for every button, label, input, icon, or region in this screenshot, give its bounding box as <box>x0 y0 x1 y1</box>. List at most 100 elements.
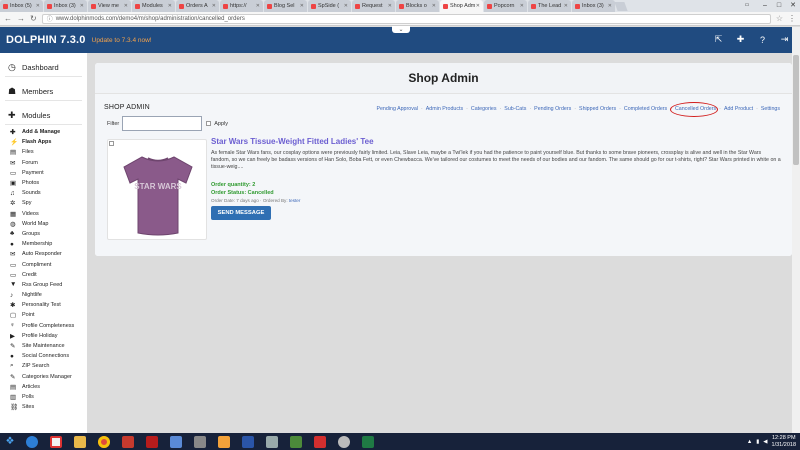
browser-tab[interactable]: Inbox (5) ✕ <box>0 0 43 12</box>
browser-tab[interactable]: Shop Adm ✕ <box>440 0 483 12</box>
tray-arrow-icon[interactable]: ▲ <box>747 439 752 445</box>
sidebar-subitem[interactable]: ✚ Add & Manage <box>10 127 87 137</box>
tab-close-icon[interactable]: ✕ <box>388 3 392 9</box>
tab-close-icon[interactable]: ✕ <box>300 3 304 9</box>
send-message-button[interactable]: SEND MESSAGE <box>211 206 271 220</box>
sidebar-subitem[interactable]: ⌕ ZIP Search <box>10 361 87 371</box>
close-icon[interactable]: ✕ <box>786 0 800 10</box>
browser-tab[interactable]: The Lead ✕ <box>528 0 571 12</box>
explorer-folder-icon[interactable] <box>68 433 92 450</box>
sidebar-subitem[interactable]: ● Membership <box>10 239 87 249</box>
extensions-icon[interactable]: ✚ <box>735 34 746 45</box>
browser-tab[interactable]: Inbox (3) ✕ <box>44 0 87 12</box>
shop-nav-link[interactable]: Categories <box>471 106 497 112</box>
gmail-icon[interactable] <box>44 433 68 450</box>
sidebar-subitem[interactable]: ▼ Rss Group Feed <box>10 280 87 290</box>
reload-icon[interactable]: ↻ <box>30 14 37 23</box>
chrome-icon[interactable] <box>92 433 116 450</box>
new-tab-button[interactable] <box>614 2 628 11</box>
apply-checkbox[interactable] <box>206 121 212 126</box>
sidebar-subitem[interactable]: ▤ Articles <box>10 382 87 392</box>
logout-icon[interactable]: ⇥ <box>779 34 790 45</box>
forward-icon[interactable]: → <box>17 14 25 23</box>
sidebar-subitem[interactable]: ▶ Profile Holiday <box>10 331 87 341</box>
tab-close-icon[interactable]: ✕ <box>168 3 172 9</box>
sidebar-subitem[interactable]: ▭ Payment <box>10 168 87 178</box>
sidebar-subitem[interactable]: ✱ Personality Test <box>10 300 87 310</box>
sidebar-subitem[interactable]: ⛓ Sites <box>10 402 87 412</box>
sidebar-subitem[interactable]: ▦ Videos <box>10 209 87 219</box>
sidebar-subitem[interactable]: ✎ Categories Manager <box>10 372 87 382</box>
shop-nav-link[interactable]: Completed Orders <box>624 106 667 112</box>
sidebar-subitem[interactable]: ♆ Profile Completeness <box>10 321 87 331</box>
sidebar-subitem[interactable]: ✎ Site Maintenance <box>10 341 87 351</box>
chevron-down-icon[interactable]: ⌄ <box>392 26 410 33</box>
shop-nav-link[interactable]: Shipped Orders <box>579 106 616 112</box>
update-link[interactable]: Update to 7.3.4 now! <box>92 37 152 44</box>
tab-close-icon[interactable]: ✕ <box>124 3 128 9</box>
network-icon[interactable]: ▮ <box>756 439 759 445</box>
tab-close-icon[interactable]: ✕ <box>608 3 612 9</box>
calculator-icon[interactable] <box>188 433 212 450</box>
browser-tab[interactable]: Inbox (3) ✕ <box>572 0 615 12</box>
page-info-icon[interactable]: ⓘ <box>47 14 53 23</box>
tab-close-icon[interactable]: ✕ <box>520 3 524 9</box>
ie-icon[interactable] <box>20 433 44 450</box>
shop-nav-link[interactable]: Pending Orders <box>534 106 571 112</box>
url-input[interactable]: ⓘ www.dolphinmods.com/demo4/m/shop/admin… <box>41 13 771 24</box>
external-link-icon[interactable]: ⇱ <box>713 34 724 45</box>
product-title[interactable]: Star Wars Tissue-Weight Fitted Ladies' T… <box>211 137 374 146</box>
sidebar-subitem[interactable]: ♪ Nightlife <box>10 290 87 300</box>
sidebar-subitem[interactable]: ⚡ Flash Apps <box>10 137 87 147</box>
tshirt-image[interactable]: STAR WARS <box>118 151 198 236</box>
browser-tab[interactable]: SpSide (✕ <box>308 0 351 12</box>
outlook-icon[interactable] <box>212 433 236 450</box>
tab-close-icon[interactable]: ✕ <box>212 3 216 9</box>
browser-tab[interactable]: Blog Sel ✕ <box>264 0 307 12</box>
shop-nav-link[interactable]: Admin Products <box>426 106 463 112</box>
browser-tab[interactable]: https:// ✕ <box>220 0 263 12</box>
tab-close-icon[interactable]: ✕ <box>256 3 260 9</box>
maximize-icon[interactable]: □ <box>772 0 786 10</box>
browser-tab[interactable]: Modules ✕ <box>132 0 175 12</box>
app-icon-gray[interactable] <box>260 433 284 450</box>
tab-close-icon[interactable]: ✕ <box>564 3 568 9</box>
shop-nav-link[interactable]: Sub-Cats <box>504 106 526 112</box>
sidebar-subitem[interactable]: ▭ Credit <box>10 270 87 280</box>
scrollbar-thumb[interactable] <box>793 55 799 165</box>
bookmark-star-icon[interactable]: ☆ <box>776 14 783 23</box>
acrobat-icon[interactable] <box>308 433 332 450</box>
app-icon-disc[interactable] <box>332 433 356 450</box>
shop-nav-link[interactable]: Add Product <box>724 106 753 112</box>
item-select-checkbox[interactable] <box>109 141 114 146</box>
app-icon-red[interactable] <box>116 433 140 450</box>
sidebar-subitem[interactable]: ● Social Connections <box>10 351 87 361</box>
help-icon[interactable]: ? <box>757 34 768 45</box>
browser-tab[interactable]: View me ✕ <box>88 0 131 12</box>
page-scrollbar[interactable] <box>792 27 800 433</box>
sidebar-subitem[interactable]: ♫ Sounds <box>10 188 87 198</box>
filter-input[interactable] <box>122 116 203 131</box>
sidebar-subitem[interactable]: ▣ Photos <box>10 178 87 188</box>
excel-icon[interactable] <box>356 433 380 450</box>
browser-menu-icon[interactable]: ⋮ <box>788 14 796 23</box>
photos-icon[interactable] <box>164 433 188 450</box>
tab-close-icon[interactable]: ✕ <box>36 3 40 9</box>
shop-nav-link[interactable]: Settings <box>761 106 780 112</box>
turtle-icon[interactable] <box>284 433 308 450</box>
sidebar-subitem[interactable]: ♣ Groups <box>10 229 87 239</box>
shop-nav-link[interactable]: Pending Approval <box>376 106 418 112</box>
minimize-icon[interactable]: – <box>758 0 772 10</box>
sidebar-subitem[interactable]: ✉ Auto Responder <box>10 249 87 259</box>
tab-close-icon[interactable]: ✕ <box>432 3 436 9</box>
filezilla-icon[interactable] <box>140 433 164 450</box>
browser-tab[interactable]: Request ✕ <box>352 0 395 12</box>
browser-tab[interactable]: Blocks o ✕ <box>396 0 439 12</box>
clock[interactable]: 12:28 PM 1/31/2018 <box>772 435 796 448</box>
sidebar-subitem[interactable]: ▤ Files <box>10 147 87 157</box>
tab-close-icon[interactable]: ✕ <box>80 3 84 9</box>
sidebar-item-dashboard[interactable]: ◷ Dashboard <box>5 59 82 77</box>
sidebar-item-modules[interactable]: ✚ Modules <box>5 107 82 125</box>
brand-logo[interactable]: DOLPHIN 7.3.0 <box>6 34 86 46</box>
sidebar-item-members[interactable]: ☗ Members <box>5 83 82 101</box>
